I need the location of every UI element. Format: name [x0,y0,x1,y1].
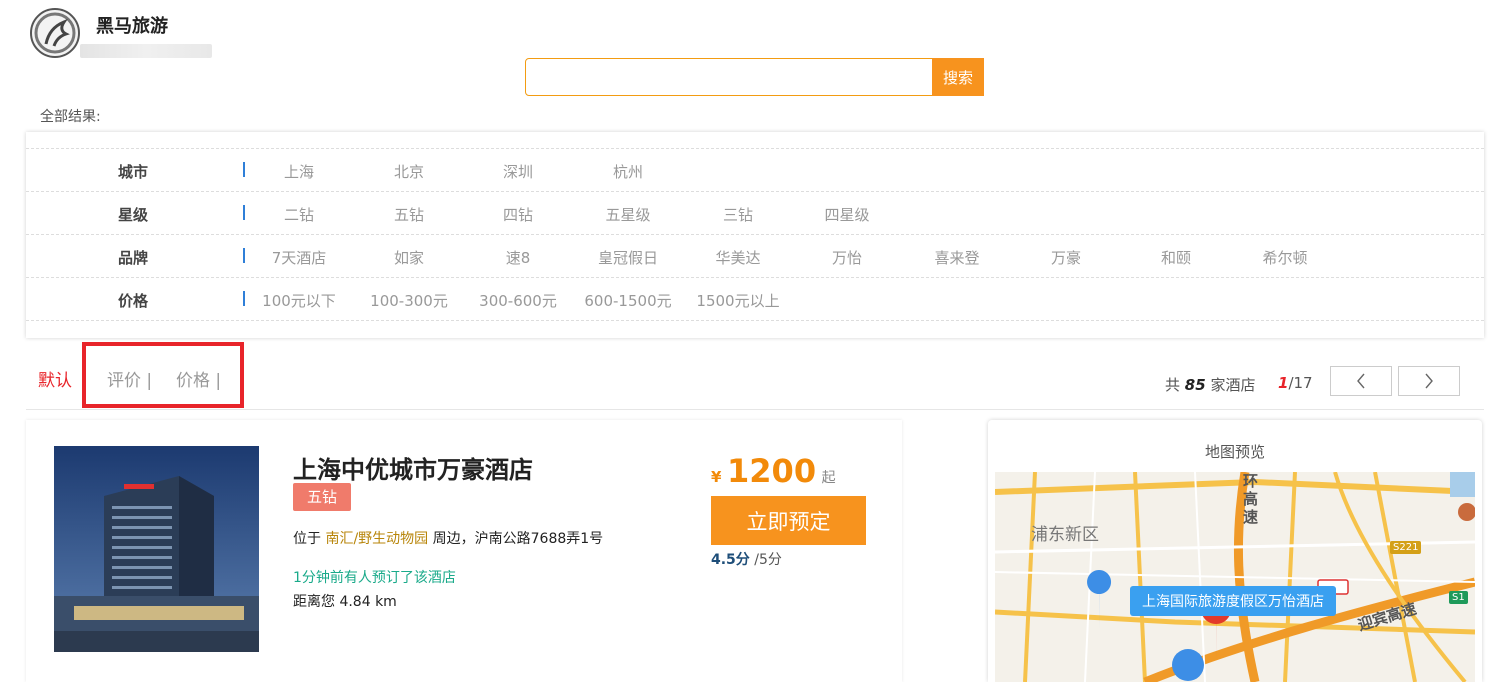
price-currency: ¥ [711,468,722,486]
filter-row-price: 价格 100元以下 100-300元 300-600元 600-1500元 15… [26,277,1484,321]
total-suffix: 家酒店 [1210,376,1256,394]
location-area-link[interactable]: 南汇/野生动物园 [325,531,428,547]
map-hotel-popup[interactable]: 上海国际旅游度假区万怡酒店 [1130,586,1336,616]
filter-row-city: 城市 上海 北京 深圳 杭州 [26,148,1484,191]
filter-option[interactable]: 四星级 [792,204,902,225]
filter-option[interactable]: 600-1500元 [573,290,683,311]
filter-row-brand: 品牌 7天酒店 如家 速8 皇冠假日 华美达 万怡 喜来登 万豪 和颐 希尔顿 [26,234,1484,277]
brand-name: 黑马旅游 [96,16,168,37]
filter-option[interactable]: 四钻 [463,204,573,225]
filter-label: 品牌 [118,249,149,267]
filter-option[interactable]: 二钻 [244,204,354,225]
chevron-left-icon [1357,373,1365,389]
filter-row-star: 星级 二钻 五钻 四钻 五星级 三钻 四星级 [26,191,1484,234]
total-pages: /17 [1288,374,1313,392]
filter-option[interactable]: 喜来登 [902,247,1012,268]
filter-option[interactable]: 速8 [463,247,573,268]
price-suffix: 起 [821,470,836,486]
book-now-button[interactable]: 立即预定 [711,496,866,545]
map-view[interactable]: 浦东新区 环高速 迎宾高速 S221 S1 上海国际旅游度假区万怡酒店 [995,472,1475,682]
filter-option[interactable]: 希尔顿 [1230,247,1340,268]
page-indicator: 1/17 [1278,374,1313,392]
filter-option[interactable]: 深圳 [463,161,573,182]
current-page: 1 [1278,374,1289,392]
filter-option[interactable]: 五钻 [354,204,464,225]
filter-option[interactable]: 皇冠假日 [573,247,683,268]
filter-option[interactable]: 上海 [244,161,354,182]
total-prefix: 共 [1165,376,1181,394]
hotel-star-badge: 五钻 [293,483,352,511]
location-address: 周边，沪南公路7688弄1号 [432,531,604,547]
filter-option[interactable]: 三钻 [683,204,793,225]
map-badge-s221: S221 [1390,541,1422,554]
all-results-label: 全部结果: [40,109,101,125]
prev-page-button[interactable] [1330,366,1392,396]
total-count: 85 [1184,376,1206,394]
map-road-label-ring: 环高速 [1243,472,1259,526]
score-max: /5分 [754,552,782,568]
map-title: 地图预览 [1204,443,1265,461]
filter-option[interactable]: 杭州 [573,161,683,182]
score-value: 4.5分 [711,552,750,568]
recent-booking-notice: 1分钟前有人预订了该酒店 [293,570,456,586]
price-value: 1200 [727,452,817,490]
filter-option[interactable]: 7天酒店 [244,247,354,268]
filter-option[interactable]: 万豪 [1011,247,1121,268]
filter-option[interactable]: 北京 [354,161,464,182]
hotel-distance: 距离您 4.84 km [293,594,397,610]
map-image [995,472,1475,682]
map-district-label: 浦东新区 [1031,525,1099,545]
hotel-location: 位于 南汇/野生动物园 周边，沪南公路7688弄1号 [293,528,603,548]
search-input[interactable] [525,58,933,96]
filter-panel: 城市 上海 北京 深圳 杭州 星级 二钻 五钻 四钻 五星级 三钻 四星级 品牌… [26,132,1484,338]
filter-label: 城市 [118,163,149,181]
hotel-building-image [54,446,259,652]
horse-logo-icon [34,12,76,54]
filter-option[interactable]: 1500元以上 [683,290,793,311]
hotel-photo[interactable] [54,446,259,652]
filter-option[interactable]: 100元以下 [244,290,354,311]
next-page-button[interactable] [1398,366,1460,396]
brand-logo[interactable] [30,8,80,58]
blurred-subtitle [80,44,212,58]
map-badge-s1: S1 [1449,591,1468,604]
filter-option[interactable]: 300-600元 [463,290,573,311]
filter-option[interactable]: 五星级 [573,204,683,225]
hotel-total: 共 85 家酒店 [1165,374,1255,395]
hotel-score: 4.5分 /5分 [711,549,782,569]
location-prefix: 位于 [293,531,321,547]
divider [26,409,1484,410]
filter-option[interactable]: 万怡 [792,247,902,268]
filter-option[interactable]: 和颐 [1121,247,1231,268]
filter-option[interactable]: 华美达 [683,247,793,268]
filter-label: 价格 [118,292,149,310]
hotel-price: ¥ 1200 起 [711,452,836,490]
filter-label: 星级 [118,206,149,224]
sort-default[interactable]: 默认 [38,366,72,391]
hotel-name[interactable]: 上海中优城市万豪酒店 [293,450,533,485]
filter-option[interactable]: 如家 [354,247,464,268]
search-button[interactable]: 搜索 [932,58,984,96]
annotation-highlight-box [82,342,244,408]
chevron-right-icon [1425,373,1433,389]
filter-option[interactable]: 100-300元 [354,290,464,311]
